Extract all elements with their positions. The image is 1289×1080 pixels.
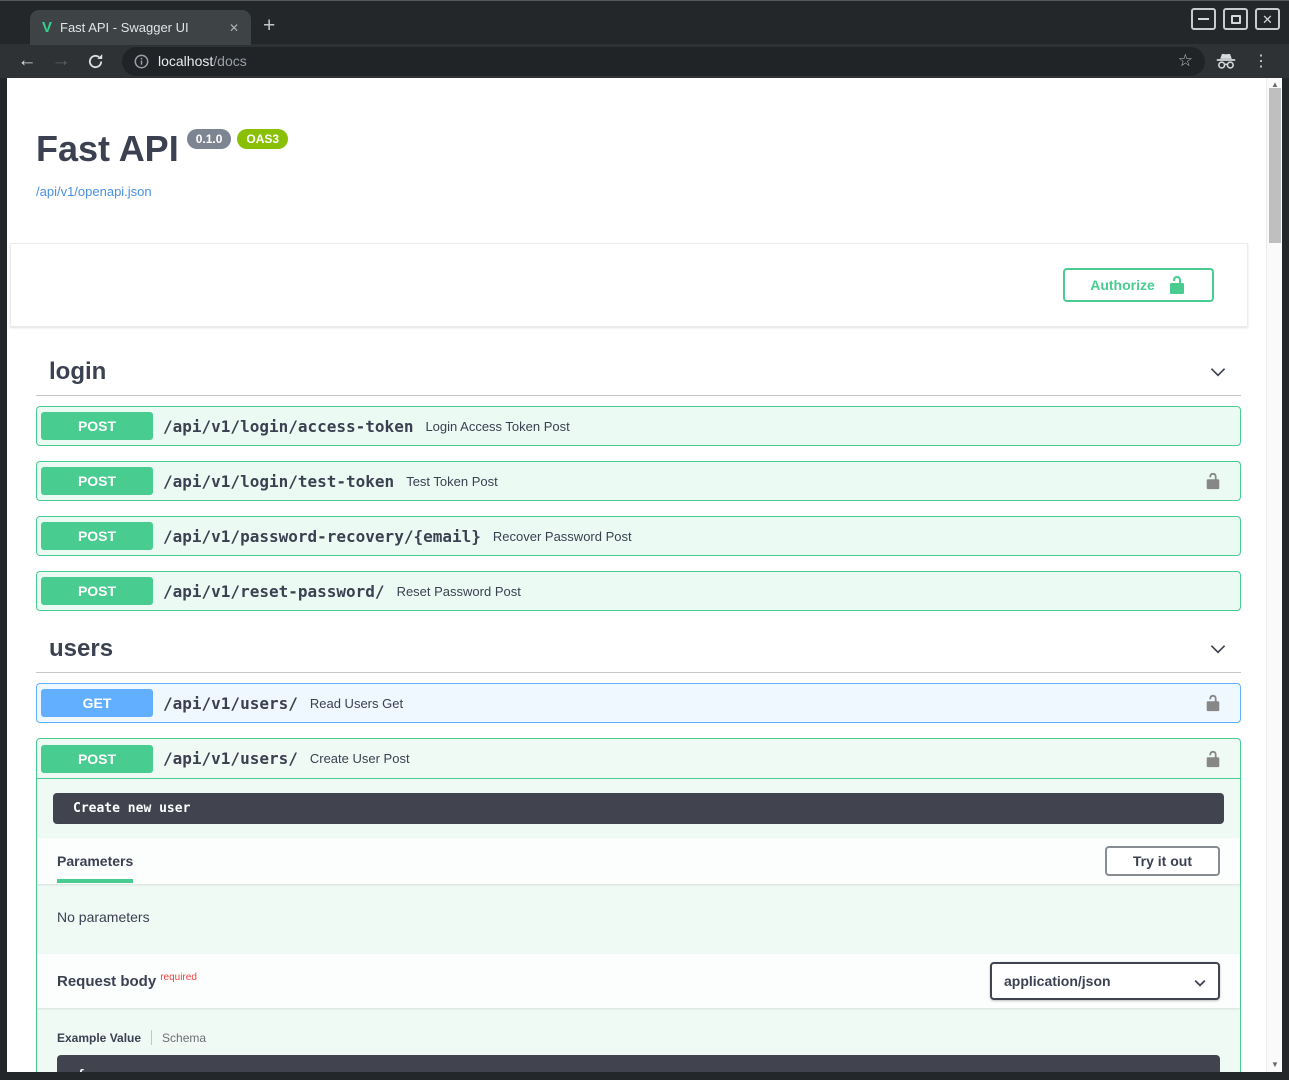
forward-button[interactable]: → xyxy=(46,47,76,75)
chevron-down-icon[interactable] xyxy=(1207,361,1229,383)
op-summary: Create User Post xyxy=(310,751,410,766)
page-title: Fast API xyxy=(36,128,179,169)
try-it-out-button[interactable]: Try it out xyxy=(1105,846,1220,876)
op-summary: Login Access Token Post xyxy=(425,419,569,434)
op-login-test-token[interactable]: POST /api/v1/login/test-token Test Token… xyxy=(36,461,1241,501)
page-viewport: Fast API 0.1.0OAS3 /api/v1/openapi.json A… xyxy=(7,78,1282,1072)
browser-menu-button[interactable]: ⋮ xyxy=(1247,51,1275,71)
required-label: required xyxy=(160,972,197,983)
parameters-header: Parameters Try it out xyxy=(37,838,1240,884)
op-summary: Recover Password Post xyxy=(493,529,632,544)
unlocked-padlock-icon xyxy=(1204,750,1222,768)
auth-lock-button[interactable] xyxy=(1204,694,1222,712)
op-path: /api/v1/password-recovery/{email} xyxy=(163,527,481,546)
op-create-user-expanded: POST /api/v1/users/ Create User Post Cre… xyxy=(36,738,1241,1072)
section-users-header[interactable]: users xyxy=(36,626,1241,673)
op-password-recovery[interactable]: POST /api/v1/password-recovery/{email} R… xyxy=(36,516,1241,556)
authorize-button[interactable]: Authorize xyxy=(1063,268,1214,302)
media-type-value: application/json xyxy=(1004,973,1111,989)
media-type-select[interactable]: application/json xyxy=(990,962,1220,1000)
example-code-block: { xyxy=(57,1055,1220,1072)
no-parameters-text: No parameters xyxy=(37,884,1240,954)
unlocked-padlock-icon xyxy=(1167,275,1187,295)
method-badge: POST xyxy=(41,745,153,773)
api-info: Fast API 0.1.0OAS3 /api/v1/openapi.json xyxy=(7,78,1266,199)
method-badge: POST xyxy=(41,412,153,440)
url-path: /docs xyxy=(213,53,246,69)
op-create-user-summary[interactable]: POST /api/v1/users/ Create User Post xyxy=(37,739,1240,779)
parameters-tab[interactable]: Parameters xyxy=(57,853,133,869)
op-path: /api/v1/users/ xyxy=(163,694,298,713)
new-tab-button[interactable]: + xyxy=(263,15,275,36)
url-host: localhost xyxy=(158,53,213,69)
auth-lock-button[interactable] xyxy=(1204,472,1222,490)
scheme-container: Authorize xyxy=(10,243,1248,327)
section-login-header[interactable]: login xyxy=(36,349,1241,396)
browser-toolbar: ← → localhost/docs ☆ ⋮ xyxy=(0,44,1289,78)
method-badge: POST xyxy=(41,522,153,550)
browser-tab[interactable]: V Fast API - Swagger UI ✕ xyxy=(30,10,251,45)
unlocked-padlock-icon xyxy=(1204,472,1222,490)
unlocked-padlock-icon xyxy=(1204,694,1222,712)
section-login: login POST /api/v1/login/access-token Lo… xyxy=(36,349,1241,611)
op-description: Create new user xyxy=(53,793,1224,824)
incognito-icon xyxy=(1215,53,1237,70)
code-line: { xyxy=(77,1068,85,1072)
op-summary: Test Token Post xyxy=(406,474,498,489)
op-path: /api/v1/login/test-token xyxy=(163,472,394,491)
scrollbar-thumb[interactable] xyxy=(1269,88,1281,243)
scroll-down-arrow-icon[interactable]: ▼ xyxy=(1267,1058,1282,1072)
schema-tab[interactable]: Schema xyxy=(152,1031,206,1045)
minimize-icon xyxy=(1198,18,1209,20)
url-text[interactable]: localhost/docs xyxy=(158,53,1169,69)
favicon-icon: V xyxy=(42,20,52,35)
window-close-button[interactable]: ✕ xyxy=(1255,8,1280,30)
tab-title: Fast API - Swagger UI xyxy=(60,20,217,35)
method-badge: GET xyxy=(41,689,153,717)
example-area: Example Value Schema { xyxy=(37,1008,1240,1072)
op-read-users[interactable]: GET /api/v1/users/ Read Users Get xyxy=(36,683,1241,723)
oas3-badge: OAS3 xyxy=(237,129,288,149)
op-path: /api/v1/login/access-token xyxy=(163,417,413,436)
reload-icon xyxy=(87,53,104,70)
request-body-header: Request body required application/json xyxy=(37,954,1240,1008)
method-badge: POST xyxy=(41,577,153,605)
maximize-icon xyxy=(1231,15,1241,24)
back-button[interactable]: ← xyxy=(12,47,42,75)
window-minimize-button[interactable] xyxy=(1191,8,1216,30)
chevron-down-icon xyxy=(1192,975,1208,991)
op-reset-password[interactable]: POST /api/v1/reset-password/ Reset Passw… xyxy=(36,571,1241,611)
site-info-icon[interactable] xyxy=(134,54,149,69)
page-scrollbar[interactable]: ▲ ▼ xyxy=(1266,78,1282,1072)
op-summary: Read Users Get xyxy=(310,696,403,711)
address-bar[interactable]: localhost/docs ☆ xyxy=(122,47,1205,76)
section-users: users GET /api/v1/users/ Read Users Get xyxy=(36,626,1241,1072)
authorize-label: Authorize xyxy=(1090,277,1155,293)
browser-titlebar: V Fast API - Swagger UI ✕ + ✕ xyxy=(0,0,1289,44)
chevron-down-icon[interactable] xyxy=(1207,638,1229,660)
auth-lock-button[interactable] xyxy=(1204,750,1222,768)
example-value-tab[interactable]: Example Value xyxy=(57,1031,151,1045)
section-login-title: login xyxy=(49,358,106,386)
window-maximize-button[interactable] xyxy=(1223,8,1248,30)
openapi-spec-link[interactable]: /api/v1/openapi.json xyxy=(36,184,1241,199)
section-users-title: users xyxy=(49,635,113,663)
bookmark-star-icon[interactable]: ☆ xyxy=(1178,51,1193,71)
request-body-label: Request body xyxy=(57,973,156,990)
version-badge: 0.1.0 xyxy=(187,129,232,149)
method-badge: POST xyxy=(41,467,153,495)
op-path: /api/v1/users/ xyxy=(163,749,298,768)
op-login-access-token[interactable]: POST /api/v1/login/access-token Login Ac… xyxy=(36,406,1241,446)
op-summary: Reset Password Post xyxy=(397,584,521,599)
op-path: /api/v1/reset-password/ xyxy=(163,582,385,601)
tab-close-icon[interactable]: ✕ xyxy=(225,19,243,37)
reload-button[interactable] xyxy=(80,47,110,75)
